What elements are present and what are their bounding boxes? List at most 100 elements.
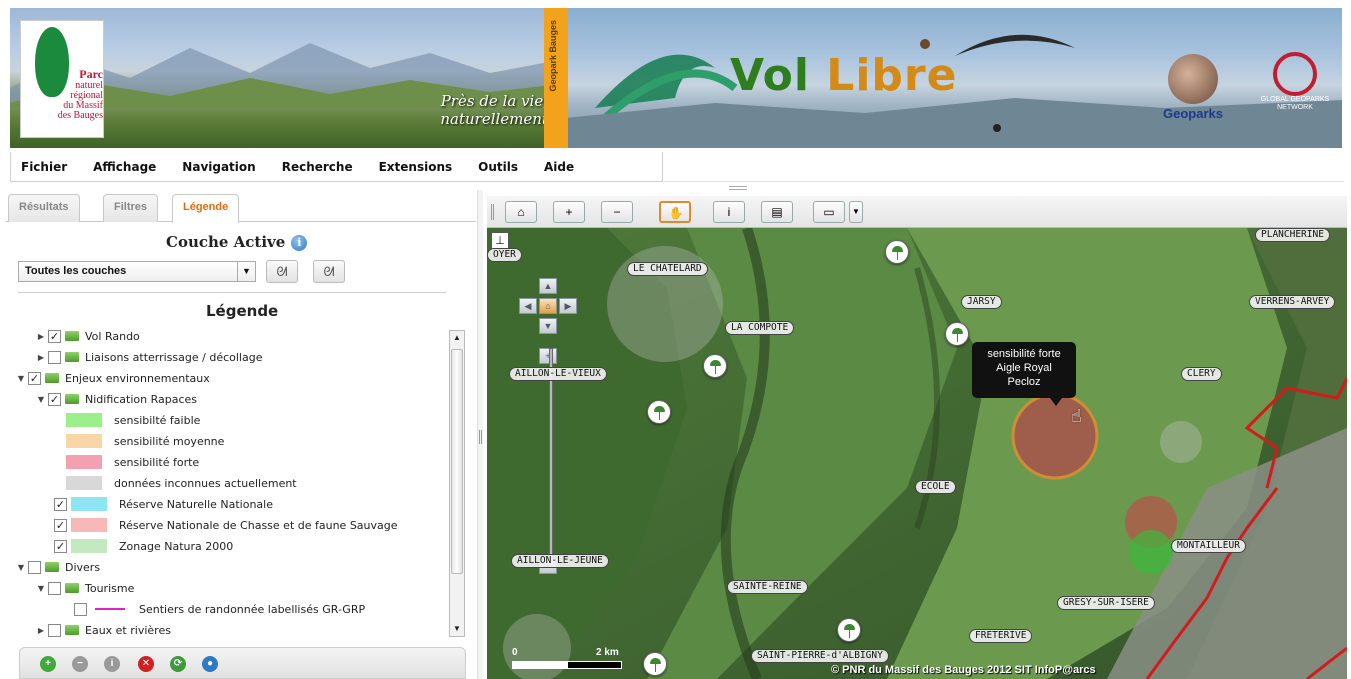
collapse-arrow-icon[interactable]: ▶ [36, 626, 46, 635]
legend-row[interactable]: ▼ ✓ Nidification Rapaces [36, 389, 197, 409]
layer-checkbox[interactable]: ✓ [54, 518, 67, 532]
zoom-plus-icon[interactable]: + [539, 348, 557, 364]
legend-row[interactable]: ▶ Liaisons atterrissage / décollage [36, 347, 262, 367]
expand-arrow-icon[interactable]: ▼ [16, 563, 26, 572]
vertical-splitter[interactable] [477, 190, 483, 679]
legend-row[interactable]: ▼ Divers [16, 557, 100, 577]
layer-checkbox[interactable]: ✓ [28, 371, 41, 385]
map-tooltip: sensibilité forte Aigle Royal Pecloz [972, 342, 1076, 406]
layer-tool-button-1[interactable]: ᘛ [266, 260, 298, 283]
pan-home-icon[interactable]: ⌂ [539, 298, 557, 314]
tab-resultats[interactable]: Résultats [8, 194, 80, 222]
remove-all-icon[interactable]: ✕ [138, 656, 154, 672]
scroll-down-icon[interactable]: ▼ [450, 622, 464, 636]
menu-recherche[interactable]: Recherche [282, 160, 353, 174]
globe-icon[interactable]: ● [202, 656, 218, 672]
legend-row[interactable]: Sentiers de randonnée labellisés GR-GRP [74, 599, 365, 619]
map-view[interactable]: ⊥ ▲ ◀ ⌂ ▶ ▼ + − sensibilité forte Aigle … [487, 228, 1347, 679]
layer-tool-button-2[interactable]: ᘛ [313, 260, 345, 283]
tab-filtres[interactable]: Filtres [103, 194, 159, 222]
pan-down-icon[interactable]: ▼ [539, 318, 557, 334]
legend-row[interactable]: ✓ Réserve Naturelle Nationale [54, 494, 273, 514]
layer-checkbox[interactable] [74, 602, 87, 616]
legend-row[interactable]: ▼ ✓ Enjeux environnementaux [16, 368, 210, 388]
layer-checkbox[interactable] [28, 560, 41, 574]
legend-tool-button[interactable]: ▤ [761, 201, 793, 223]
layer-checkbox[interactable]: ✓ [48, 329, 61, 343]
refresh-icon[interactable]: ⟳ [170, 656, 186, 672]
legend-row[interactable]: ✓ Réserve Nationale de Chasse et de faune… [54, 515, 398, 535]
chevron-down-icon[interactable]: ▼ [849, 201, 863, 223]
legend-title: Légende [206, 302, 279, 320]
layer-checkbox[interactable] [48, 350, 61, 364]
add-layer-icon[interactable]: + [40, 656, 56, 672]
legend-row[interactable]: ✓ Zonage Natura 2000 [54, 536, 233, 556]
legend-swatch [66, 434, 102, 448]
legend-tree: ▶ ✓ Vol Rando ▶ Liaisons atterrissage / déco… [16, 326, 453, 638]
remove-layer-icon[interactable]: − [72, 656, 88, 672]
menu-separator [664, 181, 1344, 182]
paraglider-site-icon[interactable] [647, 400, 671, 424]
place-label: LA COMPOTE [725, 321, 795, 335]
layer-checkbox[interactable]: ✓ [54, 539, 67, 553]
collapse-arrow-icon[interactable]: ▶ [36, 332, 46, 341]
layer-checkbox[interactable]: ✓ [48, 392, 61, 406]
menu-affichage[interactable]: Affichage [93, 160, 156, 174]
legend-scrollbar[interactable]: ▲ ▼ [449, 330, 465, 637]
zoom-in-tool-button[interactable]: + [553, 201, 585, 223]
layer-checkbox[interactable] [48, 623, 61, 637]
menu-outils[interactable]: Outils [478, 160, 518, 174]
copyright: © PNR du Massif des Bauges 2012 SIT Info… [831, 664, 1096, 676]
scroll-thumb[interactable] [451, 349, 463, 574]
layer-checkbox[interactable]: ✓ [54, 497, 67, 511]
place-label: JARSY [961, 295, 1002, 309]
pan-right-icon[interactable]: ▶ [559, 298, 577, 314]
layer-info-icon[interactable]: i [104, 656, 120, 672]
menu-fichier[interactable]: Fichier [21, 160, 67, 174]
chevron-down-icon[interactable]: ▼ [237, 262, 255, 281]
legend-row-label: Réserve Nationale de Chasse et de faune … [119, 518, 398, 532]
zoom-out-tool-button[interactable]: − [601, 201, 633, 223]
zoom-slider[interactable] [549, 348, 553, 568]
pan-tool-icon: ✋ [668, 206, 684, 220]
pan-tool-button[interactable]: ✋ [659, 201, 691, 223]
expand-arrow-icon[interactable]: ▼ [36, 395, 46, 404]
menu-navigation[interactable]: Navigation [182, 160, 255, 174]
expand-arrow-icon[interactable]: ▼ [16, 374, 26, 383]
geoparks-logo[interactable]: Geoparks [1148, 54, 1238, 124]
park-logo[interactable]: Parc naturel régional du Massif des Baug… [20, 20, 104, 138]
paraglider-site-icon[interactable] [643, 652, 667, 676]
layer-folder-icon [65, 394, 79, 404]
legend-row[interactable]: sensibilité forte [66, 452, 199, 472]
legend-row[interactable]: ▶ ✓ Vol Rando [36, 326, 140, 346]
pan-up-icon[interactable]: ▲ [539, 278, 557, 294]
scroll-up-icon[interactable]: ▲ [450, 331, 464, 345]
layer-select[interactable]: Toutes les couches ▼ [18, 261, 256, 282]
legend-row[interactable]: ▶ Eaux et rivières [36, 620, 171, 638]
horizontal-splitter-handle[interactable] [729, 186, 747, 190]
global-geoparks-logo[interactable]: GLOBAL GEOPARKS NETWORK [1253, 52, 1337, 122]
menu-extensions[interactable]: Extensions [379, 160, 453, 174]
legend-row[interactable]: sensibilté faible [66, 410, 200, 430]
layer-checkbox[interactable] [48, 581, 61, 595]
legend-row[interactable]: ▼ Tourisme [36, 578, 134, 598]
home-tool-button[interactable]: ⌂ [505, 201, 537, 223]
info-tool-button[interactable]: i [713, 201, 745, 223]
legend-row[interactable]: données inconnues actuellement [66, 473, 297, 493]
paraglider-site-icon[interactable] [945, 322, 969, 346]
collapse-arrow-icon[interactable]: ▶ [36, 353, 46, 362]
map-toolbar: ⌂ + − ✋ i ▤ ▭ ▼ [487, 196, 1347, 228]
place-label: MONTAILLEUR [1171, 539, 1246, 553]
tab-legende[interactable]: Légende [172, 194, 240, 223]
pan-left-icon[interactable]: ◀ [519, 298, 537, 314]
select-tool-button[interactable]: ▭ [813, 201, 845, 223]
paraglider-site-icon[interactable] [837, 618, 861, 642]
menu-aide[interactable]: Aide [544, 160, 574, 174]
couche-active-title: Couche Active i [166, 233, 308, 251]
expand-arrow-icon[interactable]: ▼ [36, 584, 46, 593]
legend-row[interactable]: sensibilité moyenne [66, 431, 224, 451]
paraglider-site-icon[interactable] [885, 240, 909, 264]
global-ring-icon [1273, 52, 1317, 96]
info-icon[interactable]: i [291, 235, 308, 251]
paraglider-site-icon[interactable] [703, 354, 727, 378]
